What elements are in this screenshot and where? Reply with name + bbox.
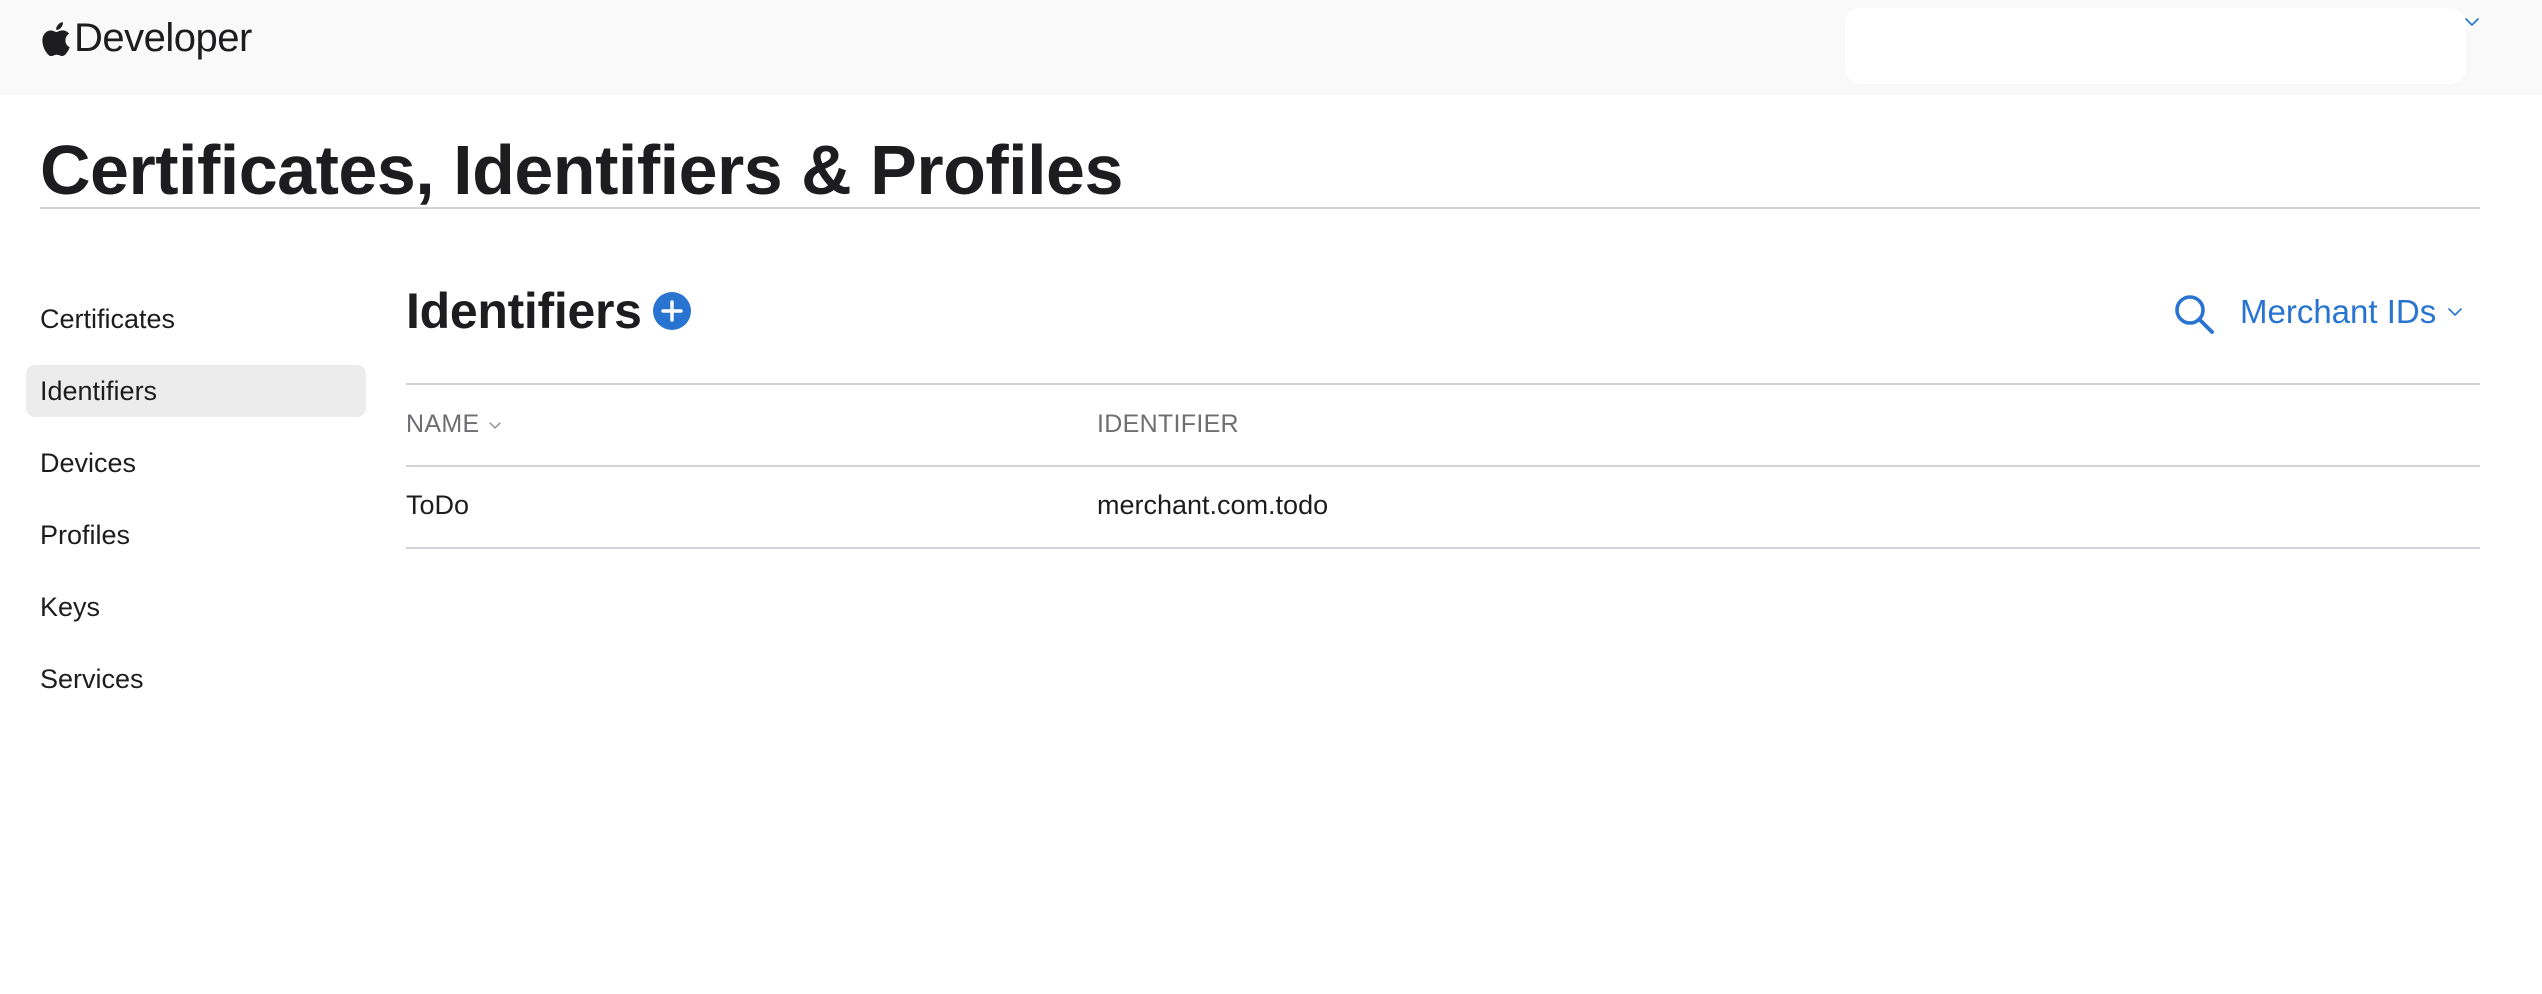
row-identifier-cell[interactable]: merchant.com.todo — [1097, 490, 1328, 521]
search-icon[interactable] — [2172, 292, 2216, 336]
filter-label: Merchant IDs — [2240, 293, 2437, 330]
chevron-down-icon — [2448, 308, 2463, 316]
table-bottom-divider — [406, 547, 2480, 549]
brand-text: Developer — [74, 16, 252, 60]
sidebar-item-services[interactable]: Services — [26, 653, 366, 705]
column-header-name[interactable]: NAME — [406, 410, 503, 439]
title-divider — [40, 207, 2480, 209]
sidebar: Certificates Identifiers Devices Profile… — [26, 293, 366, 725]
sidebar-item-profiles[interactable]: Profiles — [26, 509, 366, 561]
table-row[interactable] — [406, 467, 2480, 547]
row-name-cell[interactable]: ToDo — [406, 490, 469, 521]
column-header-identifier: IDENTIFIER — [1097, 410, 1239, 438]
account-menu[interactable] — [1845, 8, 2466, 84]
section-header: Identifiers — [406, 282, 692, 340]
sidebar-item-identifiers[interactable]: Identifiers — [26, 365, 366, 417]
identifier-type-filter[interactable]: Merchant IDs — [2240, 293, 2464, 331]
global-nav: Developer — [0, 0, 2542, 95]
sidebar-item-keys[interactable]: Keys — [26, 581, 366, 633]
sidebar-item-devices[interactable]: Devices — [26, 437, 366, 489]
section-title: Identifiers — [406, 283, 642, 339]
table-top-divider — [406, 383, 2480, 385]
page-title: Certificates, Identifiers & Profiles — [40, 131, 1123, 209]
sidebar-item-certificates[interactable]: Certificates — [26, 293, 366, 345]
plus-circle-icon[interactable] — [652, 291, 692, 331]
chevron-down-icon — [489, 421, 502, 429]
apple-logo-icon — [42, 21, 70, 56]
developer-home-link[interactable]: Developer — [40, 16, 252, 61]
chevron-down-icon[interactable] — [2462, 12, 2482, 32]
